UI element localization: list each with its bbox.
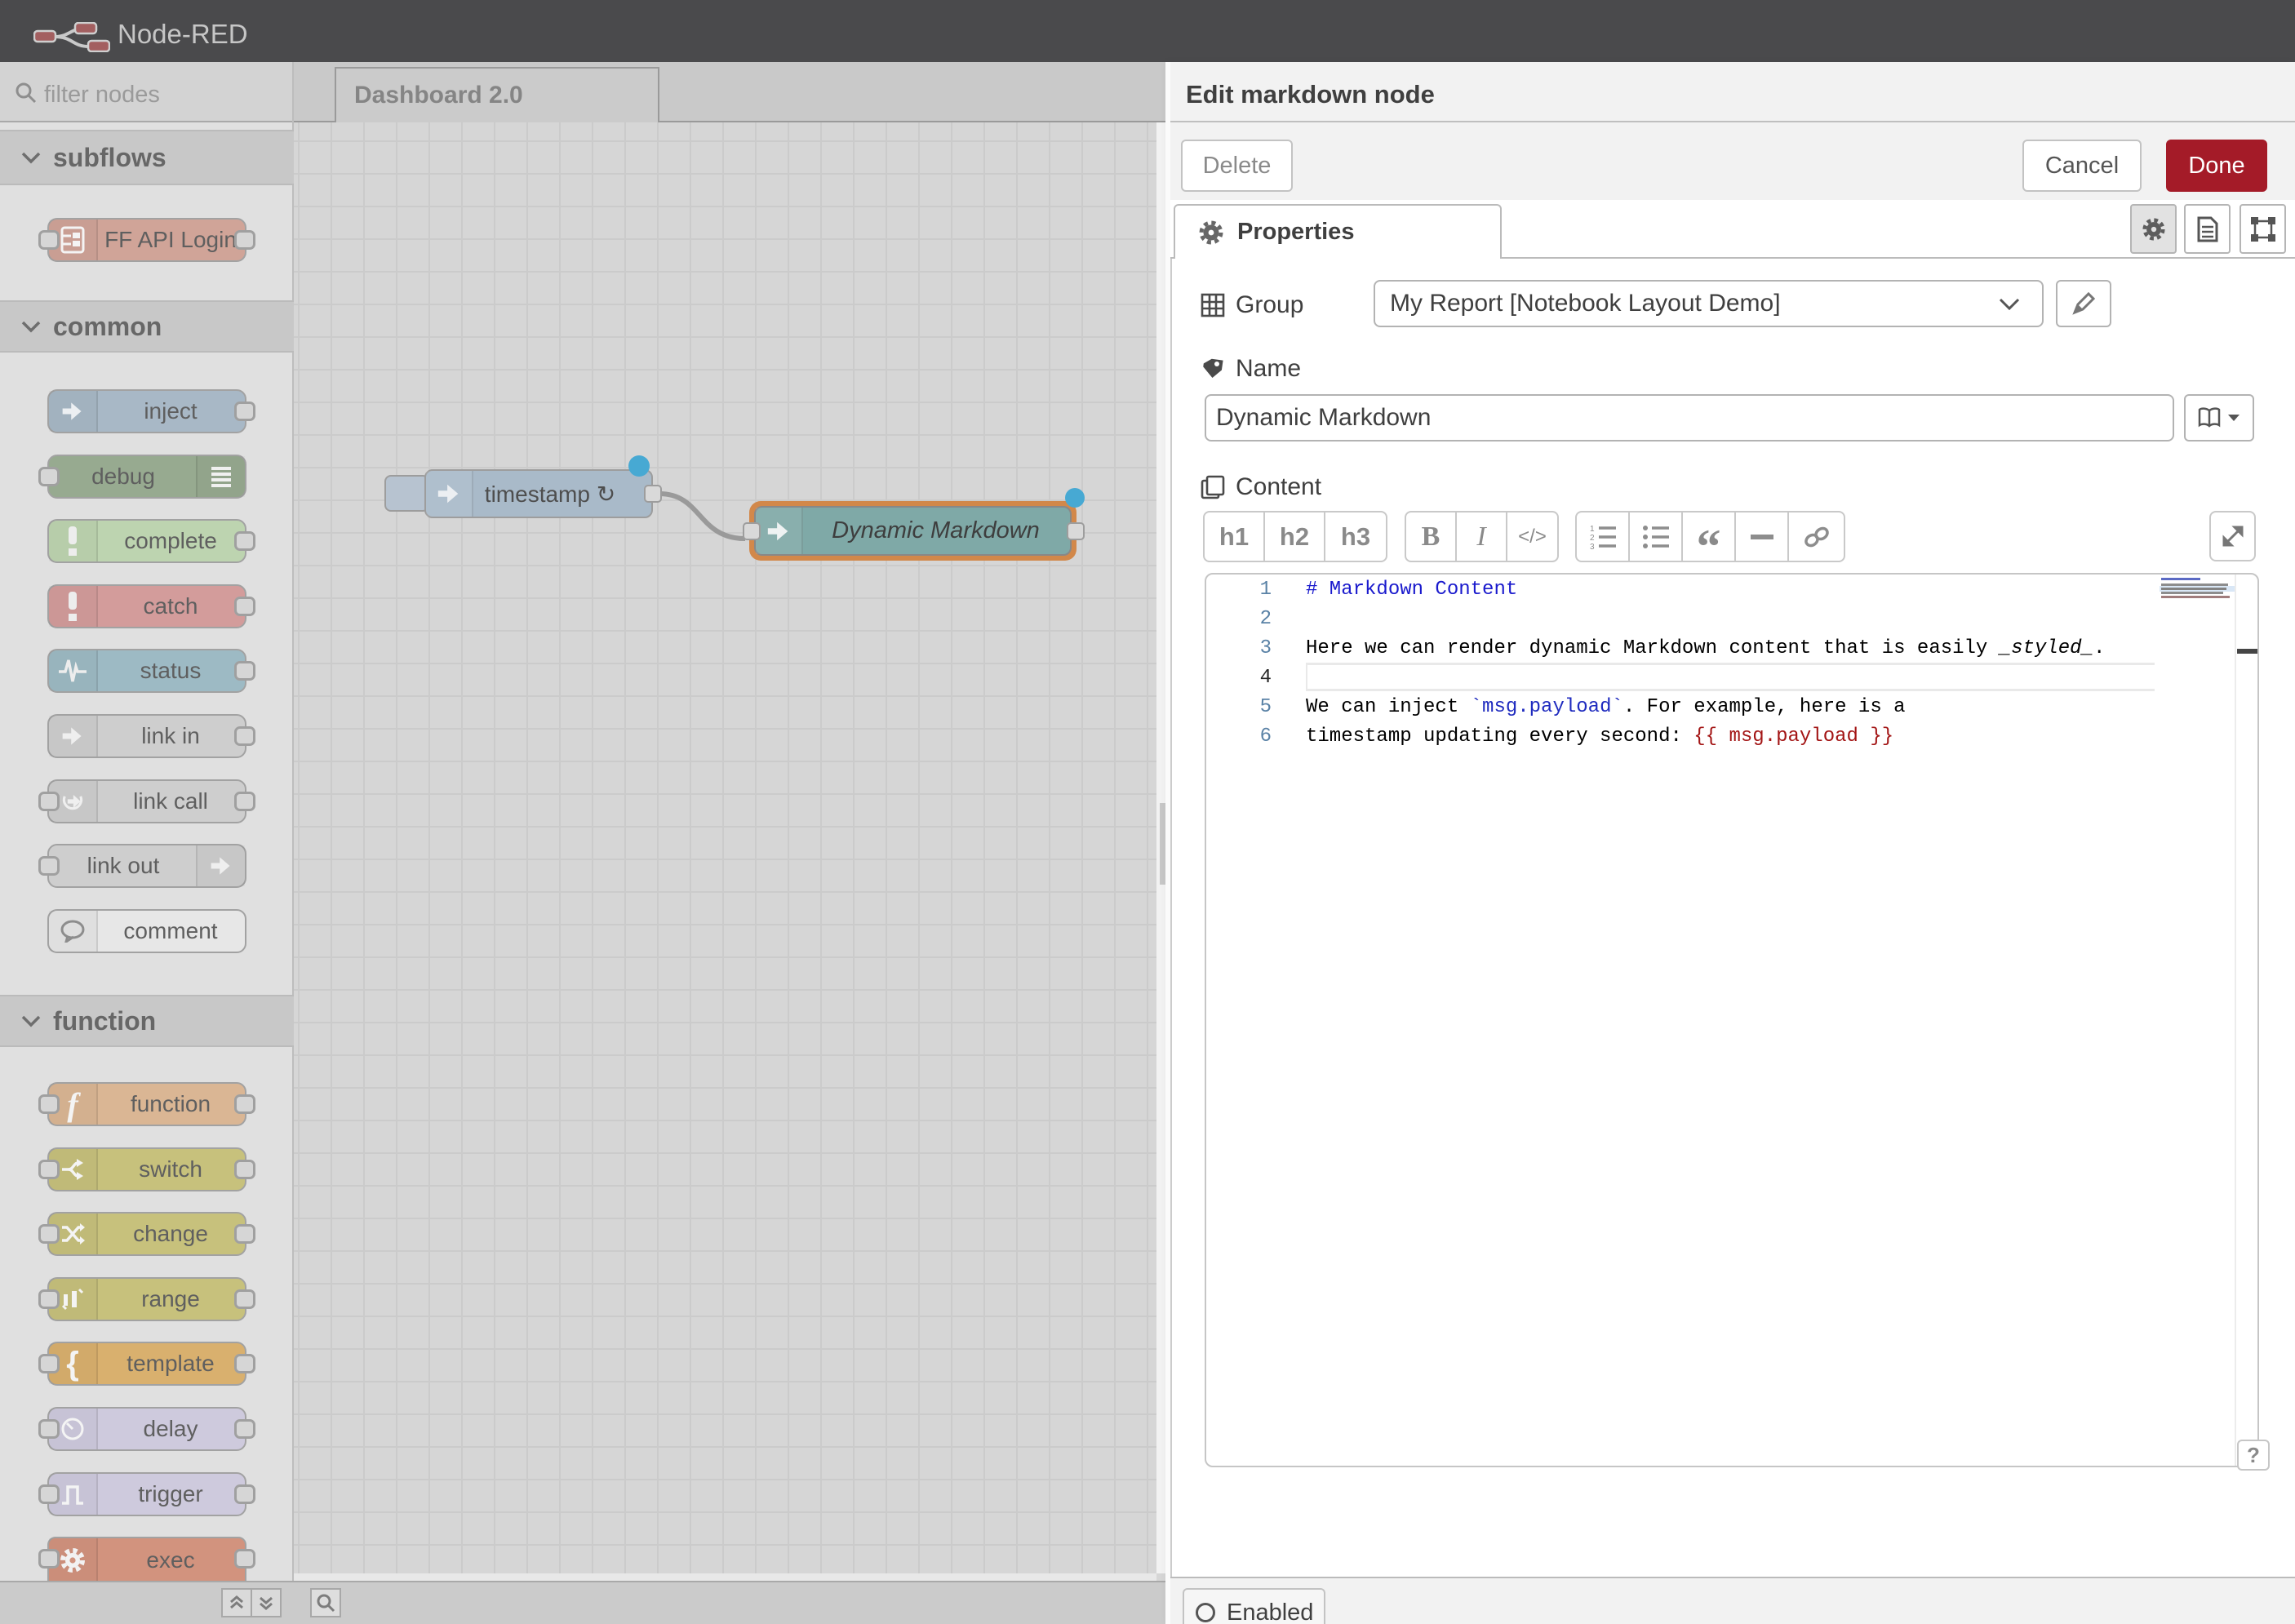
svg-text:2: 2 <box>1590 534 1595 543</box>
svg-text:1: 1 <box>1590 525 1595 534</box>
svg-text:3: 3 <box>1590 543 1595 550</box>
